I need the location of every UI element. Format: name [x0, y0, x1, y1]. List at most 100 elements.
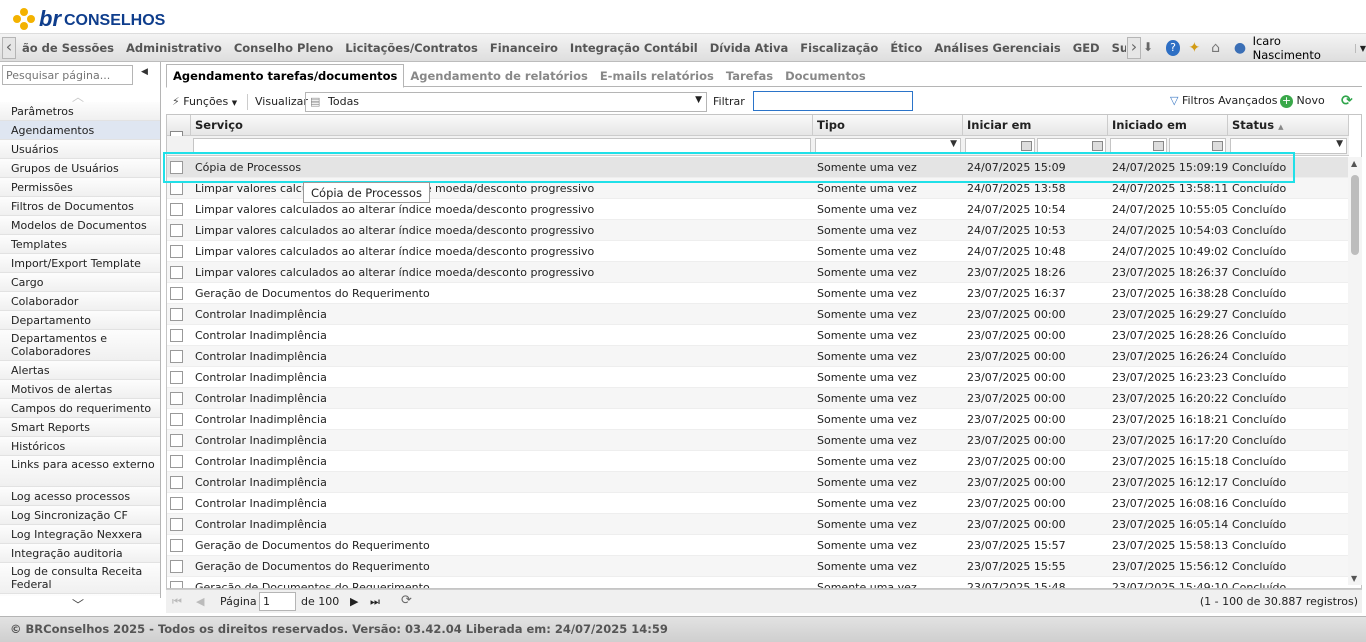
page-number-input[interactable]: 1	[259, 592, 296, 611]
table-row[interactable]: Controlar Inadimplência Somente uma vez 23…	[167, 493, 1349, 514]
nav-scroll-right-icon[interactable]: ›	[1127, 37, 1141, 59]
row-checkbox[interactable]	[170, 518, 183, 531]
scroll-down-icon[interactable]: ▼	[1351, 574, 1357, 583]
table-row[interactable]: Controlar Inadimplência Somente uma vez 23…	[167, 346, 1349, 367]
sidebar-item[interactable]: Smart Reports	[0, 418, 160, 437]
table-row[interactable]: Controlar Inadimplência Somente uma vez 23…	[167, 367, 1349, 388]
row-checkbox[interactable]	[170, 161, 183, 174]
nav-item[interactable]: ão de Sessões	[16, 35, 120, 62]
table-row[interactable]: Controlar Inadimplência Somente uma vez 23…	[167, 451, 1349, 472]
scroll-thumb[interactable]	[1351, 175, 1359, 255]
sidebar-scroll-down-icon[interactable]: ﹀	[72, 596, 84, 613]
row-checkbox[interactable]	[170, 476, 183, 489]
nav-item[interactable]: Licitações/Contratos	[339, 35, 484, 62]
nav-item[interactable]: Análises Gerenciais	[928, 35, 1066, 62]
sidebar-item[interactable]: Departamentos e Colaboradores	[0, 330, 160, 361]
last-page-icon[interactable]: ⏭	[370, 595, 380, 609]
tab[interactable]: Documentos	[779, 65, 872, 88]
filter-service-input[interactable]	[193, 138, 811, 154]
scroll-up-icon[interactable]: ▲	[1351, 159, 1357, 168]
view-select[interactable]: ▤ Todas ▼	[305, 92, 707, 112]
sidebar-item[interactable]: Filtros de Documentos	[0, 197, 160, 216]
nav-item[interactable]: Administrativo	[120, 35, 228, 62]
table-row[interactable]: Controlar Inadimplência Somente uma vez 23…	[167, 472, 1349, 493]
user-menu-chevron-icon[interactable]: ▼	[1354, 43, 1366, 53]
row-checkbox[interactable]	[170, 224, 183, 237]
sidebar-item[interactable]: Colaborador	[0, 292, 160, 311]
home-icon[interactable]: ⌂	[1211, 40, 1226, 56]
sidebar-item[interactable]: Permissões	[0, 178, 160, 197]
nav-item[interactable]: Fiscalização	[794, 35, 884, 62]
filter-type-select[interactable]: ▼	[815, 138, 961, 154]
sidebar-item[interactable]: Alertas	[0, 361, 160, 380]
sidebar-search-input[interactable]	[2, 65, 133, 85]
filter-input[interactable]	[753, 91, 913, 111]
tab[interactable]: E-mails relatórios	[594, 65, 720, 88]
sidebar-item[interactable]: Usuários	[0, 140, 160, 159]
brand-logo[interactable]: br CONSELHOS	[13, 6, 165, 32]
next-page-icon[interactable]: ▶	[350, 595, 358, 608]
row-checkbox[interactable]	[170, 245, 183, 258]
sidebar-item[interactable]: Log Sincronização CF	[0, 506, 160, 525]
table-row[interactable]: Limpar valores calculados ao alterar índ…	[167, 241, 1349, 262]
table-row[interactable]: Controlar Inadimplência Somente uma vez 23…	[167, 325, 1349, 346]
filter-started-from[interactable]	[1110, 138, 1167, 154]
nav-item[interactable]: Conselho Pleno	[228, 35, 339, 62]
sidebar-item[interactable]: Integração auditoria	[0, 544, 160, 563]
sidebar-item[interactable]: Agendamentos	[0, 121, 160, 140]
nav-item[interactable]: GED	[1067, 35, 1106, 62]
row-checkbox[interactable]	[170, 329, 183, 342]
row-checkbox[interactable]	[170, 308, 183, 321]
sidebar-item[interactable]: Motivos de alertas	[0, 380, 160, 399]
functions-menu-button[interactable]: ⚡ Funções ▼	[172, 95, 237, 108]
nav-item[interactable]: Integração Contábil	[564, 35, 704, 62]
filter-start-from[interactable]	[965, 138, 1035, 154]
row-checkbox[interactable]	[170, 350, 183, 363]
reload-icon[interactable]: ⟳	[401, 593, 412, 608]
sidebar-collapse-icon[interactable]: ◀	[141, 67, 148, 77]
refresh-icon[interactable]: ⟳	[1341, 93, 1353, 109]
row-checkbox[interactable]	[170, 560, 183, 573]
nav-item[interactable]: Ético	[884, 35, 928, 62]
help-icon[interactable]: ?	[1165, 40, 1181, 56]
table-row[interactable]: Geração de Documentos do Requerimento Som…	[167, 577, 1349, 588]
table-row[interactable]: Cópia de Processos Somente uma vez 24/07/2…	[167, 157, 1349, 178]
table-row[interactable]: Controlar Inadimplência Somente uma vez 23…	[167, 388, 1349, 409]
table-row[interactable]: Controlar Inadimplência Somente uma vez 23…	[167, 430, 1349, 451]
row-checkbox[interactable]	[170, 392, 183, 405]
sidebar-item[interactable]: Import/Export Template	[0, 254, 160, 273]
row-checkbox[interactable]	[170, 539, 183, 552]
row-checkbox[interactable]	[170, 266, 183, 279]
row-checkbox[interactable]	[170, 371, 183, 384]
tab[interactable]: Tarefas	[720, 65, 779, 88]
sidebar-item[interactable]: Links para acesso externo	[0, 456, 160, 487]
row-checkbox[interactable]	[170, 434, 183, 447]
user-name[interactable]: Icaro Nascimento	[1253, 34, 1345, 62]
tab[interactable]: Agendamento de relatórios	[404, 65, 593, 88]
sidebar-item[interactable]: Log Integração Nexxera	[0, 525, 160, 544]
tab[interactable]: Agendamento tarefas/documentos	[166, 64, 405, 88]
filter-started-to[interactable]	[1169, 138, 1226, 154]
advanced-filters-button[interactable]: ▽ Filtros Avançados	[1170, 94, 1278, 107]
sidebar-item[interactable]: Campos do requerimento	[0, 399, 160, 418]
filter-start-to[interactable]	[1037, 138, 1106, 154]
row-checkbox[interactable]	[170, 182, 183, 195]
row-checkbox[interactable]	[170, 203, 183, 216]
row-checkbox[interactable]	[170, 497, 183, 510]
table-row[interactable]: Limpar valores calculados ao alterar índ…	[167, 220, 1349, 241]
sidebar-item[interactable]: Parâmetros	[0, 102, 160, 121]
column-header-status[interactable]: Status ▲	[1228, 115, 1349, 136]
row-checkbox[interactable]	[170, 581, 183, 588]
table-row[interactable]: Controlar Inadimplência Somente uma vez 23…	[167, 304, 1349, 325]
table-row[interactable]: Controlar Inadimplência Somente uma vez 23…	[167, 514, 1349, 535]
sidebar-item[interactable]: Departamento	[0, 311, 160, 330]
table-row[interactable]: Geração de Documentos do Requerimento Som…	[167, 283, 1349, 304]
sidebar-item[interactable]: Templates	[0, 235, 160, 254]
grid-vertical-scrollbar[interactable]: ▲ ▼	[1348, 157, 1362, 585]
sidebar-item[interactable]: Grupos de Usuários	[0, 159, 160, 178]
sidebar-item[interactable]: Log de consulta Receita Federal	[0, 563, 160, 594]
column-header-service[interactable]: Serviço	[191, 115, 813, 136]
clean-icon[interactable]: ✦	[1188, 40, 1203, 56]
down-arrow-icon[interactable]: ⬇	[1143, 40, 1158, 56]
sidebar-item[interactable]: Modelos de Documentos	[0, 216, 160, 235]
